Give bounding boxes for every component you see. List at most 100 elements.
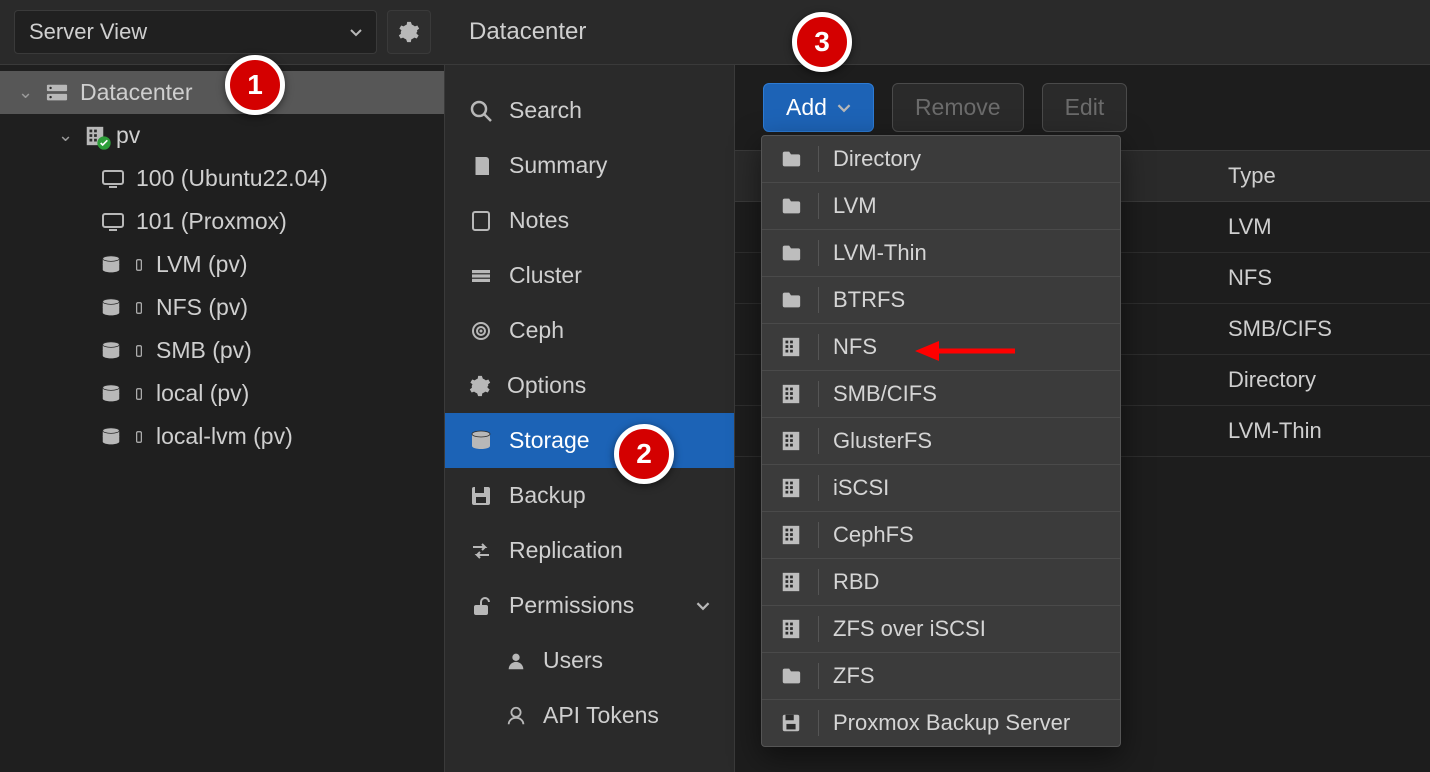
dd-item-glusterfs[interactable]: GlusterFS [762, 418, 1120, 465]
dd-label: Directory [833, 146, 921, 172]
database-icon [100, 426, 122, 448]
cluster-icon [469, 264, 493, 288]
tree-vm[interactable]: 101 (Proxmox) [0, 200, 444, 243]
dd-item-rbd[interactable]: RBD [762, 559, 1120, 606]
dd-item-zfs[interactable]: ZFS [762, 653, 1120, 700]
menu-search[interactable]: Search [445, 83, 734, 138]
database-icon [100, 254, 122, 276]
server-icon [44, 82, 70, 104]
callout-3: 3 [792, 12, 852, 72]
tree-storage[interactable]: local (pv) [0, 372, 444, 415]
folder-icon [778, 146, 819, 172]
dd-label: SMB/CIFS [833, 381, 937, 407]
tree-label: local (pv) [156, 380, 249, 407]
monitor-icon [100, 210, 126, 234]
folder-icon [778, 193, 819, 219]
dd-item-cephfs[interactable]: CephFS [762, 512, 1120, 559]
menu-summary[interactable]: Summary [445, 138, 734, 193]
menu-label: Summary [509, 152, 607, 179]
unlock-icon [469, 594, 493, 618]
menu-backup[interactable]: Backup [445, 468, 734, 523]
building-icon [778, 616, 819, 642]
tree-storage[interactable]: LVM (pv) [0, 243, 444, 286]
dd-item-directory[interactable]: Directory [762, 136, 1120, 183]
tree-storage[interactable]: SMB (pv) [0, 329, 444, 372]
building-icon [778, 334, 819, 360]
tree-node-pv[interactable]: ⌄ pv [0, 114, 444, 157]
menu-notes[interactable]: Notes [445, 193, 734, 248]
cell-type: SMB/CIFS [1210, 304, 1430, 354]
remove-label: Remove [915, 94, 1001, 121]
dd-item-smb[interactable]: SMB/CIFS [762, 371, 1120, 418]
menu-label: Cluster [509, 262, 582, 289]
tree-label: 101 (Proxmox) [136, 208, 287, 235]
tree-storage[interactable]: local-lvm (pv) [0, 415, 444, 458]
dd-label: iSCSI [833, 475, 889, 501]
chevron-down-icon [837, 103, 851, 113]
menu-label: Users [543, 647, 603, 674]
dd-label: LVM [833, 193, 877, 219]
add-button[interactable]: Add [763, 83, 874, 132]
tree-label: SMB (pv) [156, 337, 252, 364]
menu-label: Options [507, 372, 586, 399]
folder-icon [778, 287, 819, 313]
gear-icon [469, 375, 491, 397]
settings-button[interactable] [387, 10, 431, 54]
database-icon [469, 429, 493, 453]
server-view: Server View [0, 0, 445, 64]
side-menu: Search Summary Notes Cluster Ceph Option… [445, 65, 735, 772]
menu-api-tokens[interactable]: API Tokens [445, 688, 734, 743]
menu-label: Permissions [509, 592, 634, 619]
gear-icon [398, 21, 420, 43]
dd-label: Proxmox Backup Server [833, 710, 1070, 736]
tree-storage[interactable]: NFS (pv) [0, 286, 444, 329]
tree-label: Datacenter [80, 79, 193, 106]
menu-ceph[interactable]: Ceph [445, 303, 734, 358]
building-icon [778, 381, 819, 407]
dd-item-lvm-thin[interactable]: LVM-Thin [762, 230, 1120, 277]
building-icon [778, 475, 819, 501]
tree-vm[interactable]: 100 (Ubuntu22.04) [0, 157, 444, 200]
cell-type: LVM [1210, 202, 1430, 252]
cell-type: NFS [1210, 253, 1430, 303]
arrow-callout [915, 336, 1015, 366]
cell-type: LVM-Thin [1210, 406, 1430, 456]
add-label: Add [786, 94, 827, 121]
menu-label: Backup [509, 482, 586, 509]
column-icon [132, 383, 146, 405]
monitor-icon [100, 167, 126, 191]
dd-item-zfs-iscsi[interactable]: ZFS over iSCSI [762, 606, 1120, 653]
dd-label: CephFS [833, 522, 914, 548]
database-icon [100, 340, 122, 362]
search-icon [469, 99, 493, 123]
dd-item-pbs[interactable]: Proxmox Backup Server [762, 700, 1120, 746]
menu-options[interactable]: Options [445, 358, 734, 413]
resource-tree: ⌄ Datacenter ⌄ pv 100 (Ubuntu22.04) 101 … [0, 65, 445, 772]
dd-item-iscsi[interactable]: iSCSI [762, 465, 1120, 512]
menu-permissions[interactable]: Permissions [445, 578, 734, 633]
content-panel: Add Remove Edit Type LVM NFS SMB/CIFS [735, 65, 1430, 772]
tree-label: pv [116, 122, 140, 149]
menu-label: Search [509, 97, 582, 124]
column-type[interactable]: Type [1210, 151, 1430, 201]
menu-storage[interactable]: Storage [445, 413, 734, 468]
menu-cluster[interactable]: Cluster [445, 248, 734, 303]
topbar: Server View Datacenter [0, 0, 1430, 65]
menu-users[interactable]: Users [445, 633, 734, 688]
tree-datacenter[interactable]: ⌄ Datacenter [0, 71, 444, 114]
menu-replication[interactable]: Replication [445, 523, 734, 578]
edit-button[interactable]: Edit [1042, 83, 1128, 132]
remove-button[interactable]: Remove [892, 83, 1024, 132]
callout-1: 1 [225, 55, 285, 115]
menu-label: Notes [509, 207, 569, 234]
column-icon [132, 340, 146, 362]
dd-item-btrfs[interactable]: BTRFS [762, 277, 1120, 324]
note-icon [469, 209, 493, 233]
dd-label: LVM-Thin [833, 240, 927, 266]
book-icon [469, 154, 493, 178]
dd-item-lvm[interactable]: LVM [762, 183, 1120, 230]
chevron-down-icon: ⌄ [18, 82, 34, 103]
server-view-select[interactable]: Server View [14, 10, 377, 54]
building-icon [84, 125, 106, 147]
save-icon [469, 484, 493, 508]
